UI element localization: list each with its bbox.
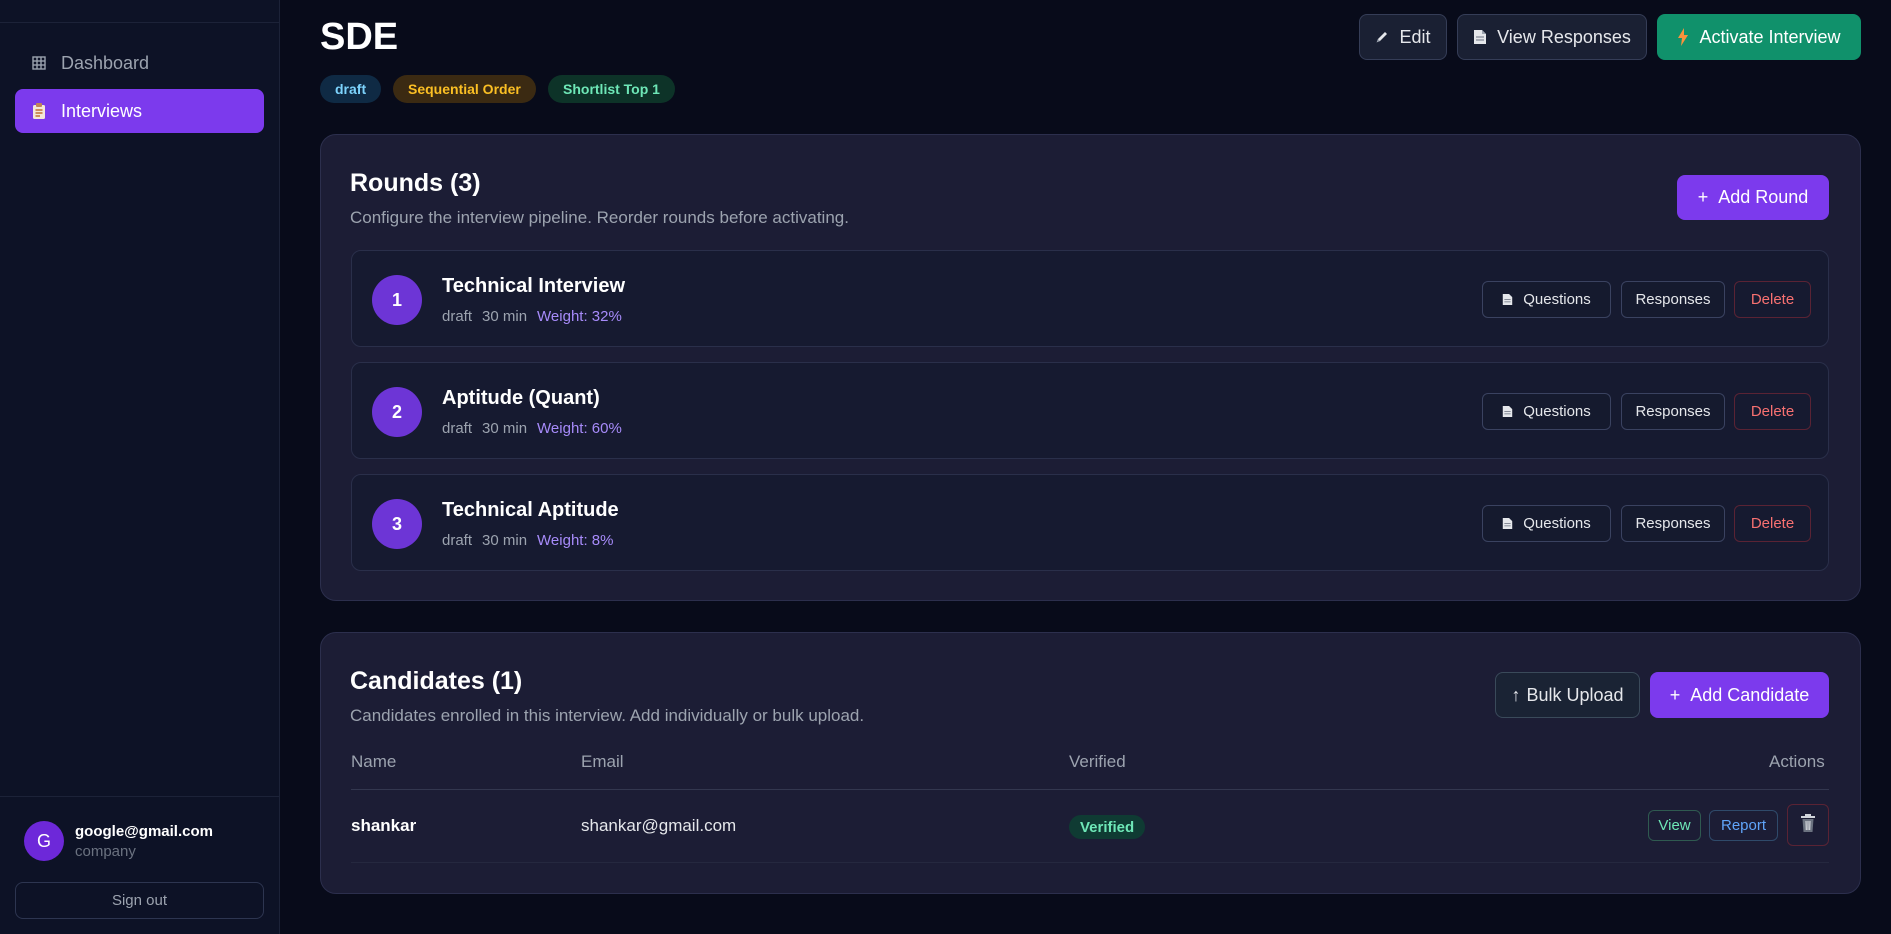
column-header-name: Name bbox=[351, 752, 397, 771]
document-icon bbox=[1502, 517, 1513, 530]
round-meta: draft 30 min Weight: 8% bbox=[442, 532, 613, 549]
trash-icon bbox=[1799, 813, 1817, 837]
sidebar-item-label: Interviews bbox=[61, 100, 143, 121]
table-divider bbox=[351, 789, 1829, 790]
round-meta: draft 30 min Weight: 60% bbox=[442, 420, 622, 437]
grid-icon bbox=[31, 55, 47, 71]
add-round-button[interactable]: + Add Round bbox=[1677, 175, 1829, 220]
view-responses-button[interactable]: View Responses bbox=[1457, 14, 1647, 60]
bulk-upload-label: Bulk Upload bbox=[1526, 684, 1624, 705]
round-number: 1 bbox=[372, 275, 422, 325]
round-status: draft bbox=[442, 420, 473, 437]
questions-button[interactable]: Questions bbox=[1482, 393, 1611, 430]
delete-button[interactable]: Delete bbox=[1734, 281, 1811, 318]
divider bbox=[0, 22, 279, 23]
pencil-icon bbox=[1375, 30, 1389, 44]
avatar: G bbox=[24, 821, 64, 861]
questions-label: Questions bbox=[1523, 403, 1591, 420]
round-item: 1 Technical Interview draft 30 min Weigh… bbox=[351, 250, 1829, 347]
candidates-title: Candidates (1) bbox=[350, 667, 523, 695]
document-icon bbox=[1473, 29, 1487, 45]
sidebar-item-dashboard[interactable]: Dashboard bbox=[15, 41, 264, 85]
edit-button[interactable]: Edit bbox=[1359, 14, 1447, 60]
candidates-subtitle: Candidates enrolled in this interview. A… bbox=[350, 706, 865, 725]
round-number: 2 bbox=[372, 387, 422, 437]
view-candidate-button[interactable]: View bbox=[1648, 810, 1701, 841]
user-role: company bbox=[75, 843, 136, 860]
sign-out-button[interactable]: Sign out bbox=[15, 882, 264, 919]
round-duration: 30 min bbox=[482, 532, 528, 549]
document-icon bbox=[1502, 405, 1513, 418]
candidate-name: shankar bbox=[351, 816, 417, 835]
questions-label: Questions bbox=[1523, 291, 1591, 308]
upload-arrow-icon: ↑ bbox=[1511, 684, 1521, 705]
column-header-email: Email bbox=[581, 752, 624, 771]
responses-button[interactable]: Responses bbox=[1621, 393, 1725, 430]
round-status: draft bbox=[442, 308, 473, 325]
divider bbox=[0, 796, 279, 797]
bulk-upload-button[interactable]: ↑ Bulk Upload bbox=[1495, 672, 1640, 718]
round-number: 3 bbox=[372, 499, 422, 549]
verified-badge: Verified bbox=[1069, 815, 1146, 839]
round-weight: Weight: 32% bbox=[537, 308, 622, 325]
column-header-verified: Verified bbox=[1069, 752, 1126, 771]
delete-candidate-button[interactable] bbox=[1787, 804, 1829, 846]
activate-interview-button[interactable]: Activate Interview bbox=[1657, 14, 1861, 60]
activate-interview-label: Activate Interview bbox=[1699, 26, 1841, 47]
order-badge: Sequential Order bbox=[393, 75, 536, 103]
round-duration: 30 min bbox=[482, 308, 528, 325]
delete-button[interactable]: Delete bbox=[1734, 393, 1811, 430]
round-meta: draft 30 min Weight: 32% bbox=[442, 308, 622, 325]
user-email: google@gmail.com bbox=[75, 823, 213, 840]
questions-button[interactable]: Questions bbox=[1482, 281, 1611, 318]
candidate-email: shankar@gmail.com bbox=[581, 816, 737, 835]
round-status: draft bbox=[442, 532, 473, 549]
status-badge: draft bbox=[320, 75, 382, 103]
lightning-icon bbox=[1677, 28, 1689, 46]
round-name: Aptitude (Quant) bbox=[442, 387, 600, 409]
add-candidate-label: Add Candidate bbox=[1690, 684, 1810, 705]
sidebar: Dashboard Interviews G google@gmail.com … bbox=[0, 0, 280, 934]
rounds-title: Rounds (3) bbox=[350, 169, 481, 197]
edit-button-label: Edit bbox=[1399, 26, 1431, 47]
table-divider bbox=[351, 862, 1829, 863]
sidebar-item-label: Dashboard bbox=[61, 52, 150, 73]
responses-button[interactable]: Responses bbox=[1621, 281, 1725, 318]
round-name: Technical Aptitude bbox=[442, 499, 619, 521]
responses-button[interactable]: Responses bbox=[1621, 505, 1725, 542]
rounds-subtitle: Configure the interview pipeline. Reorde… bbox=[350, 208, 849, 227]
round-weight: Weight: 8% bbox=[537, 532, 614, 549]
round-weight: Weight: 60% bbox=[537, 420, 622, 437]
report-button[interactable]: Report bbox=[1709, 810, 1778, 841]
column-header-actions: Actions bbox=[1769, 752, 1825, 771]
questions-label: Questions bbox=[1523, 515, 1591, 532]
clipboard-icon bbox=[31, 103, 47, 119]
round-item: 2 Aptitude (Quant) draft 30 min Weight: … bbox=[351, 362, 1829, 459]
sidebar-item-interviews[interactable]: Interviews bbox=[15, 89, 264, 133]
add-round-label: Add Round bbox=[1718, 187, 1809, 207]
plus-icon: + bbox=[1669, 684, 1681, 705]
plus-icon: + bbox=[1697, 187, 1709, 207]
round-name: Technical Interview bbox=[442, 275, 626, 297]
document-icon bbox=[1502, 293, 1513, 306]
round-item: 3 Technical Aptitude draft 30 min Weight… bbox=[351, 474, 1829, 571]
page-title: SDE bbox=[320, 16, 399, 58]
view-responses-label: View Responses bbox=[1497, 26, 1631, 47]
round-duration: 30 min bbox=[482, 420, 528, 437]
add-candidate-button[interactable]: + Add Candidate bbox=[1650, 672, 1829, 718]
questions-button[interactable]: Questions bbox=[1482, 505, 1611, 542]
delete-button[interactable]: Delete bbox=[1734, 505, 1811, 542]
shortlist-badge: Shortlist Top 1 bbox=[548, 75, 675, 103]
